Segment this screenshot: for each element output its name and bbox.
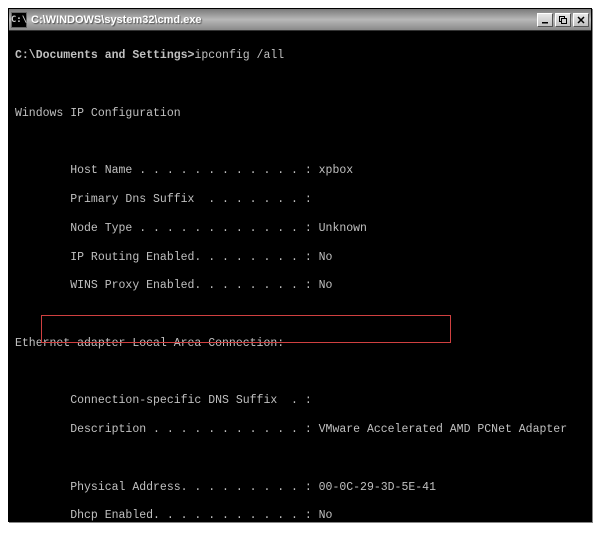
cmd-icon: C:\ bbox=[11, 12, 27, 28]
terminal-output[interactable]: C:\Documents and Settings>ipconfig /all … bbox=[9, 31, 591, 521]
wins-proxy-row: WINS Proxy Enabled. . . . . . . . : No bbox=[15, 279, 585, 293]
physical-address-row: Physical Address. . . . . . . . . : 00-0… bbox=[15, 481, 585, 495]
section-header: Windows IP Configuration bbox=[15, 107, 585, 121]
close-icon bbox=[577, 16, 585, 24]
primary-dns-row: Primary Dns Suffix . . . . . . . : bbox=[15, 193, 585, 207]
maximize-icon bbox=[559, 16, 567, 24]
dhcp-row: Dhcp Enabled. . . . . . . . . . . : No bbox=[15, 509, 585, 521]
command-text: ipconfig /all bbox=[194, 49, 284, 62]
conn-suffix-row: Connection-specific DNS Suffix . : bbox=[15, 394, 585, 408]
ip-routing-row: IP Routing Enabled. . . . . . . . : No bbox=[15, 251, 585, 265]
host-name-row: Host Name . . . . . . . . . . . . : xpbo… bbox=[15, 164, 585, 178]
description-row: Description . . . . . . . . . . . : VMwa… bbox=[15, 423, 585, 437]
cmd-window: C:\ C:\WINDOWS\system32\cmd.exe C:\Docum… bbox=[8, 8, 592, 522]
window-title: C:\WINDOWS\system32\cmd.exe bbox=[31, 14, 537, 26]
minimize-button[interactable] bbox=[537, 13, 553, 27]
window-controls bbox=[537, 13, 589, 27]
maximize-button[interactable] bbox=[555, 13, 571, 27]
minimize-icon bbox=[541, 16, 549, 24]
close-button[interactable] bbox=[573, 13, 589, 27]
titlebar[interactable]: C:\ C:\WINDOWS\system32\cmd.exe bbox=[9, 9, 591, 31]
node-type-row: Node Type . . . . . . . . . . . . : Unkn… bbox=[15, 222, 585, 236]
prompt-path: C:\Documents and Settings> bbox=[15, 49, 194, 62]
adapter-header: Ethernet adapter Local Area Connection: bbox=[15, 337, 585, 351]
